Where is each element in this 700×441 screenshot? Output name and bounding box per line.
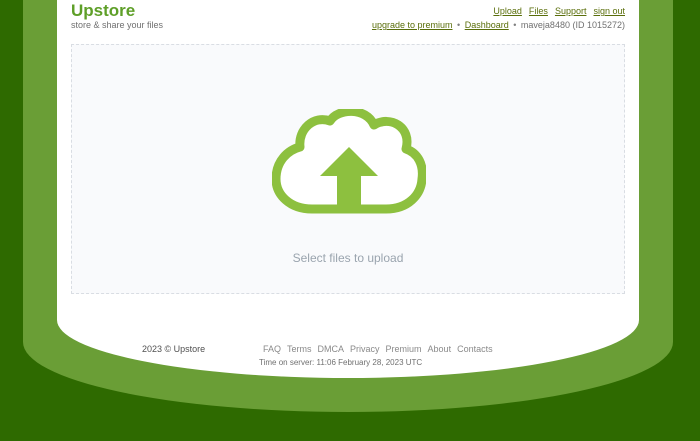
footer-link-dmca[interactable]: DMCA (318, 344, 345, 355)
top-nav: Upload Files Support sign out (493, 6, 625, 17)
footer-link-privacy[interactable]: Privacy (350, 344, 380, 355)
footer-link-about[interactable]: About (428, 344, 452, 355)
dashboard-link[interactable]: Dashboard (465, 20, 509, 30)
footer-link-premium[interactable]: Premium (386, 344, 422, 355)
select-files-label: Select files to upload (292, 251, 404, 265)
tagline: store & share your files (71, 20, 164, 30)
account-bar: upgrade to premium • Dashboard • maveja8… (372, 20, 625, 31)
nav-files[interactable]: Files (529, 6, 548, 17)
nav-support[interactable]: Support (555, 6, 587, 17)
user-info: maveja8480 (ID 1015272) (520, 20, 625, 30)
server-time: Time on server: 11:06 February 28, 2023 … (259, 358, 423, 367)
separator: • (457, 20, 461, 30)
footer-link-faq[interactable]: FAQ (263, 344, 281, 355)
separator: • (513, 20, 517, 30)
nav-upload[interactable]: Upload (493, 6, 522, 17)
footer-nav: FAQ Terms DMCA Privacy Premium About Con… (263, 344, 493, 355)
copyright: 2023 © Upstore (142, 344, 206, 354)
cloud-upload-icon (272, 109, 426, 214)
footer-link-terms[interactable]: Terms (287, 344, 312, 355)
upload-dropzone[interactable]: Select files to upload (71, 44, 625, 294)
footer-link-contacts[interactable]: Contacts (457, 344, 493, 355)
logo[interactable]: Upstore (71, 1, 135, 21)
upgrade-link[interactable]: upgrade to premium (372, 20, 453, 30)
nav-sign-out[interactable]: sign out (593, 6, 625, 17)
